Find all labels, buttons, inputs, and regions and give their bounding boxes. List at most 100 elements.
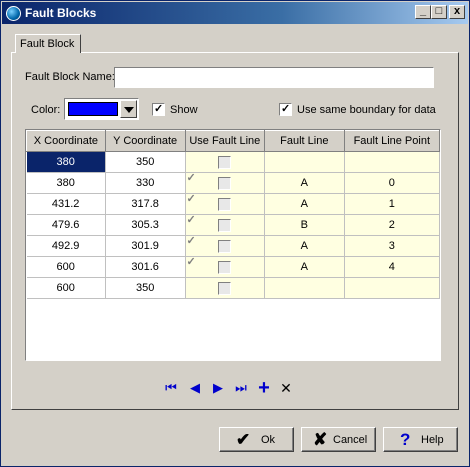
y-coordinate-cell[interactable]: 350: [105, 277, 186, 299]
fault-line-point-cell[interactable]: 2: [344, 214, 440, 236]
empty-cell: [185, 341, 265, 361]
use-fault-line-cell[interactable]: [185, 172, 266, 194]
color-swatch: [68, 102, 118, 116]
use-fault-line-cell[interactable]: [185, 256, 266, 278]
same-boundary-checkbox[interactable]: [279, 102, 292, 116]
close-button[interactable]: x: [449, 5, 465, 19]
use-fault-line-checkbox[interactable]: [218, 239, 232, 253]
ok-button[interactable]: ✔ Ok: [219, 427, 294, 452]
maximize-button[interactable]: □: [431, 5, 447, 19]
tab-label: Fault Block: [20, 38, 75, 50]
same-boundary-label: Use same boundary for data: [297, 104, 436, 116]
x-coordinate-cell[interactable]: 380: [26, 151, 106, 173]
empty-cell: [265, 299, 345, 320]
use-fault-line-checkbox[interactable]: [218, 218, 232, 232]
empty-cell: [344, 299, 439, 320]
table-row[interactable]: 600 350: [26, 277, 440, 299]
cancel-label: Cancel: [333, 434, 368, 446]
x-coordinate-cell[interactable]: 431.2: [26, 193, 106, 215]
fault-line-point-cell[interactable]: 1: [344, 193, 440, 215]
table-row[interactable]: 380330 A0: [26, 172, 440, 194]
table-row[interactable]: 600301.6 A4: [26, 256, 440, 278]
table-row[interactable]: 431.2317.8 A1: [26, 193, 440, 215]
x-coordinate-cell[interactable]: 479.6: [26, 214, 106, 236]
last-record-icon[interactable]: ⏭: [233, 381, 249, 395]
table-row[interactable]: 479.6305.3 B2: [26, 214, 440, 236]
next-record-icon[interactable]: ▶: [210, 381, 226, 395]
column-header[interactable]: Use Fault Line: [184, 130, 266, 152]
use-fault-line-checkbox[interactable]: [218, 260, 232, 274]
fault-line-point-cell[interactable]: [344, 151, 440, 173]
add-record-icon[interactable]: +: [256, 378, 272, 398]
use-fault-line-cell[interactable]: [185, 235, 266, 257]
help-button[interactable]: ? Help: [383, 427, 458, 452]
coordinates-grid[interactable]: X Coordinate Y Coordinate Use Fault Line Fa…: [25, 129, 441, 361]
first-record-icon[interactable]: ⏮: [163, 381, 179, 395]
use-fault-line-checkbox[interactable]: [218, 155, 232, 169]
empty-cell: [344, 320, 439, 341]
grid-header-row: X Coordinate Y Coordinate Use Fault Line Fa…: [26, 130, 440, 152]
use-fault-line-cell[interactable]: [185, 193, 266, 215]
y-coordinate-cell[interactable]: 317.8: [105, 193, 186, 215]
ok-label: Ok: [261, 434, 276, 446]
column-header[interactable]: Fault Line: [264, 130, 345, 152]
empty-cell: [27, 320, 106, 341]
use-fault-line-cell[interactable]: [185, 277, 266, 299]
table-row[interactable]: 492.9301.9 A3: [26, 235, 440, 257]
fault-blocks-window: Fault Blocks _ □ x Fault Block Fault Blo…: [0, 0, 470, 467]
show-checkbox[interactable]: [152, 102, 165, 116]
help-icon: ?: [400, 430, 411, 449]
delete-record-icon[interactable]: ✕: [278, 381, 294, 395]
column-header[interactable]: Fault Line Point: [343, 130, 440, 152]
fault-line-cell[interactable]: A: [264, 256, 345, 278]
y-coordinate-cell[interactable]: 330: [105, 172, 186, 194]
y-coordinate-cell[interactable]: 301.6: [105, 256, 186, 278]
fault-line-cell[interactable]: [264, 151, 345, 173]
y-coordinate-cell[interactable]: 350: [105, 151, 186, 173]
empty-cell: [105, 299, 185, 320]
empty-cell: [105, 341, 185, 361]
show-label: Show: [170, 104, 198, 116]
help-label: Help: [421, 434, 444, 446]
empty-cell: [105, 320, 185, 341]
app-globe-icon: [6, 6, 21, 21]
fault-line-cell[interactable]: A: [264, 193, 345, 215]
fault-line-point-cell[interactable]: 4: [344, 256, 440, 278]
minimize-button[interactable]: _: [415, 5, 431, 19]
empty-cell: [344, 341, 439, 361]
empty-row: [27, 299, 440, 320]
color-label: Color:: [31, 104, 61, 116]
title-bar[interactable]: Fault Blocks: [2, 2, 468, 24]
fault-line-cell[interactable]: A: [264, 172, 345, 194]
column-header[interactable]: X Coordinate: [26, 130, 106, 152]
fault-block-name-input[interactable]: [114, 67, 434, 88]
use-fault-line-checkbox[interactable]: [218, 197, 232, 211]
use-fault-line-checkbox[interactable]: [218, 281, 232, 295]
x-coordinate-cell[interactable]: 492.9: [26, 235, 106, 257]
fault-line-cell[interactable]: A: [264, 235, 345, 257]
fault-line-point-cell[interactable]: 0: [344, 172, 440, 194]
coordinates-table: X Coordinate Y Coordinate Use Fault Line Fa…: [26, 130, 440, 361]
y-coordinate-cell[interactable]: 301.9: [105, 235, 186, 257]
fault-line-cell[interactable]: B: [264, 214, 345, 236]
use-fault-line-cell[interactable]: [185, 151, 266, 173]
table-row[interactable]: 380 350: [26, 151, 440, 173]
color-dropdown-button[interactable]: [120, 100, 137, 118]
chevron-down-icon: [124, 107, 134, 113]
color-dropdown[interactable]: [64, 98, 139, 120]
prev-record-icon[interactable]: ◀: [187, 381, 203, 395]
column-header[interactable]: Y Coordinate: [104, 130, 186, 152]
x-coordinate-cell[interactable]: 380: [26, 172, 106, 194]
x-coordinate-cell[interactable]: 600: [26, 277, 106, 299]
y-coordinate-cell[interactable]: 305.3: [105, 214, 186, 236]
use-fault-line-cell[interactable]: [185, 214, 266, 236]
fault-line-point-cell[interactable]: [344, 277, 440, 299]
x-coordinate-cell[interactable]: 600: [26, 256, 106, 278]
cross-icon: ✘: [313, 430, 328, 449]
fault-line-cell[interactable]: [264, 277, 345, 299]
tab-fault-block[interactable]: Fault Block: [15, 34, 81, 53]
fault-line-point-cell[interactable]: 3: [344, 235, 440, 257]
cancel-button[interactable]: ✘ Cancel: [301, 427, 376, 452]
empty-cell: [185, 320, 265, 341]
use-fault-line-checkbox[interactable]: [218, 176, 232, 190]
